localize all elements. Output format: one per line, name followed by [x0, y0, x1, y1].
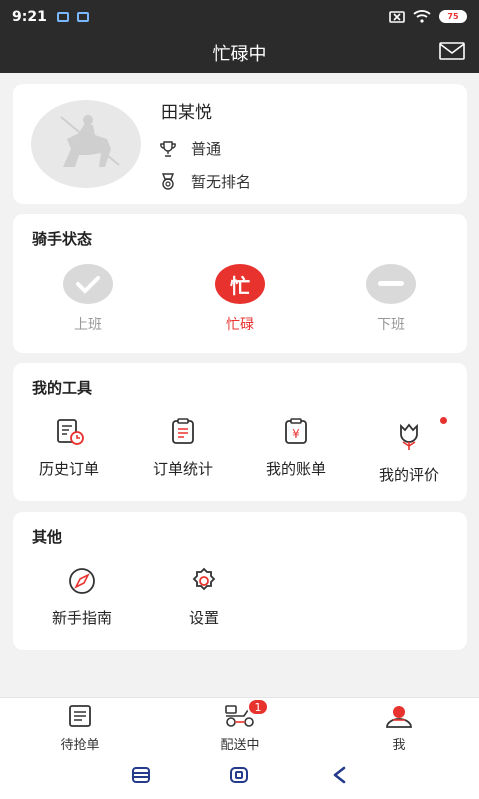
review-notification-dot	[440, 417, 447, 424]
system-nav-bar	[0, 753, 479, 799]
user-name: 田某悦	[161, 103, 212, 123]
section-title: 我的工具	[32, 379, 93, 397]
knight-avatar-icon	[60, 115, 120, 167]
level-row: 普通	[159, 138, 221, 159]
settings-gear-icon	[192, 567, 216, 591]
review-icon	[400, 423, 418, 450]
rider-status-card: 骑手状态 上班 忙 忙碌 下班	[13, 214, 467, 353]
tool-label: 订单统计	[152, 460, 213, 478]
history-order-button[interactable]: 历史订单	[19, 418, 119, 479]
battery-icon: 75	[439, 10, 467, 23]
avatar[interactable]	[31, 100, 141, 188]
beginner-guide-button[interactable]: 新手指南	[32, 567, 132, 628]
tab-pending-orders[interactable]: 待抢单	[30, 704, 130, 753]
nav-bar: 忙碌中	[0, 33, 479, 73]
wifi-icon	[413, 10, 431, 23]
state-busy-button[interactable]: 忙 忙碌	[200, 264, 280, 334]
tool-label: 我的账单	[265, 460, 326, 478]
state-off-duty-button[interactable]: 下班	[351, 264, 431, 334]
my-bill-button[interactable]: ¥ 我的账单	[246, 418, 346, 479]
my-tools-card: 我的工具 历史订单 订单统计 ¥ 我的账单 我的评价	[13, 363, 467, 501]
order-stats-button[interactable]: 订单统计	[133, 418, 233, 479]
home-icon[interactable]	[229, 766, 249, 784]
order-stats-icon	[172, 418, 194, 444]
user-icon	[386, 706, 412, 728]
tab-delivering[interactable]: 1 配送中	[190, 698, 290, 753]
busy-glyph: 忙	[230, 273, 250, 298]
settings-button[interactable]: 设置	[154, 567, 254, 628]
section-title: 其他	[32, 528, 63, 546]
user-level: 普通	[191, 140, 222, 158]
state-label: 下班	[377, 317, 405, 333]
page-title: 忙碌中	[212, 44, 267, 65]
close-box-icon	[389, 10, 405, 23]
order-list-icon	[69, 705, 91, 727]
my-review-button[interactable]: 我的评价	[359, 418, 459, 485]
state-label: 忙碌	[226, 317, 254, 333]
tab-label: 待抢单	[60, 738, 100, 753]
delivering-badge: 1	[247, 698, 269, 716]
tool-label: 我的评价	[378, 466, 439, 484]
other-label: 新手指南	[51, 609, 112, 627]
yen-symbol: ¥	[292, 427, 300, 441]
user-ranking: 暂无排名	[191, 173, 252, 191]
history-order-icon	[57, 419, 84, 445]
battery-level: 75	[447, 12, 459, 21]
other-label: 设置	[188, 609, 219, 627]
state-label: 上班	[74, 317, 102, 333]
recent-apps-icon[interactable]	[131, 766, 151, 784]
compass-icon	[69, 568, 95, 594]
bottom-tab-bar: 待抢单 1 配送中 我	[0, 697, 479, 753]
other-card: 其他 新手指南 设置	[13, 512, 467, 650]
trophy-icon	[160, 140, 176, 157]
profile-card[interactable]: 田某悦 普通 暂无排名	[13, 84, 467, 204]
notification-icon	[56, 11, 69, 22]
tab-me[interactable]: 我	[349, 704, 449, 753]
status-bar: 9:21 75	[0, 0, 479, 33]
bill-icon: ¥	[285, 418, 307, 444]
notification-icon	[76, 11, 89, 22]
busy-icon: 忙	[215, 264, 265, 304]
back-icon[interactable]	[330, 766, 348, 784]
medal-icon	[161, 172, 175, 190]
minus-icon	[366, 264, 416, 304]
section-title: 骑手状态	[32, 230, 93, 248]
tab-label: 配送中	[220, 738, 260, 753]
ranking-row: 暂无排名	[159, 171, 251, 192]
status-time: 9:21	[12, 8, 47, 25]
mail-icon[interactable]	[439, 42, 465, 60]
state-on-duty-button[interactable]: 上班	[48, 264, 128, 334]
tool-label: 历史订单	[38, 460, 99, 478]
check-icon	[63, 264, 113, 304]
tab-label: 我	[392, 738, 406, 753]
